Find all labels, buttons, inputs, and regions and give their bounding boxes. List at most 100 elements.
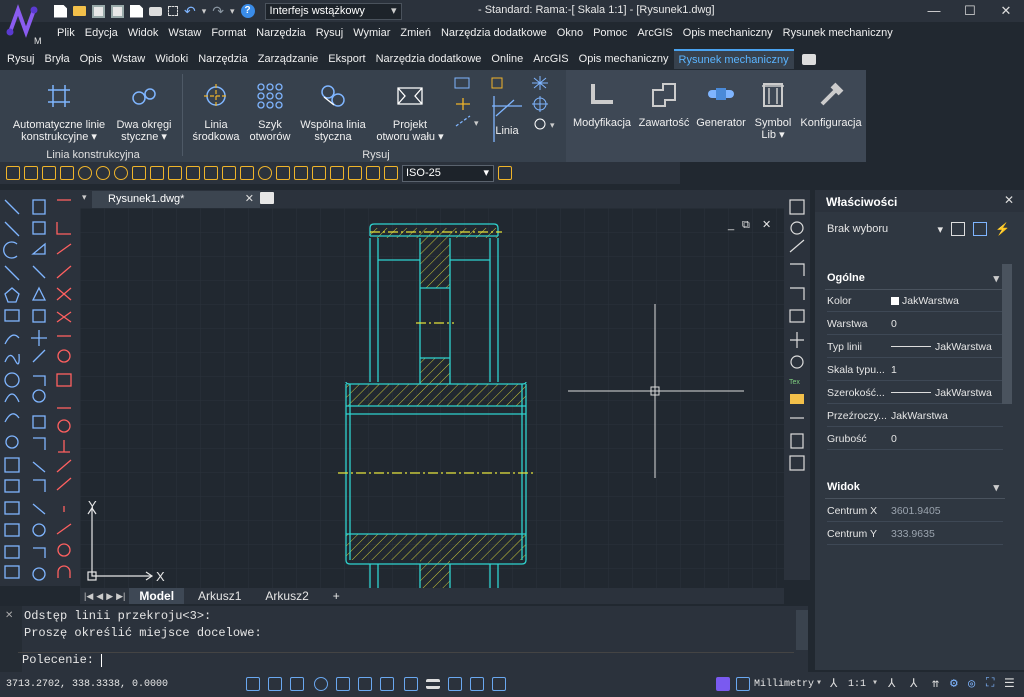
dim-diameter-icon[interactable] — [114, 166, 128, 180]
ribbon-tab-12[interactable]: Rysunek mechaniczny — [673, 49, 794, 69]
open-folder-icon[interactable] — [73, 6, 86, 16]
workspace-dropdown[interactable]: Interfejs wstążkowy — [264, 2, 402, 20]
select-objects-icon[interactable] — [973, 222, 987, 236]
hole-pattern-button[interactable]: Szyk otworów — [246, 82, 294, 143]
annotation-scale-icon[interactable]: ⅄ — [830, 676, 837, 691]
snap-toggle-icon[interactable] — [246, 677, 260, 691]
help-icon[interactable]: ? — [240, 4, 255, 18]
selection-cycling-icon[interactable] — [470, 677, 484, 691]
menu-item-13[interactable]: Opis mechaniczny — [678, 27, 778, 39]
menu-item-12[interactable]: ArcGIS — [632, 27, 677, 39]
property-value[interactable]: 1 — [887, 364, 1003, 376]
dim-linear-icon[interactable] — [6, 166, 20, 180]
modify-button[interactable]: Modyfikacja — [568, 80, 636, 129]
view-close-button[interactable]: ✕ — [762, 219, 771, 231]
tolerance-icon[interactable] — [240, 166, 254, 180]
menu-item-3[interactable]: Wstaw — [163, 27, 206, 39]
ribbon-tab-1[interactable]: Bryła — [40, 50, 75, 68]
properties-scrollbar[interactable] — [1002, 264, 1012, 404]
property-row[interactable]: Kolor JakWarstwa — [827, 290, 1003, 312]
dim-space-icon[interactable] — [204, 166, 218, 180]
settings-gear-icon[interactable]: ⚙ — [950, 676, 958, 691]
property-row[interactable]: Skala typu... 1 — [827, 359, 1003, 381]
fullscreen-icon[interactable]: ⛶ — [986, 676, 994, 690]
dim-update-icon[interactable] — [348, 166, 362, 180]
property-value[interactable]: JakWarstwa — [887, 410, 1003, 422]
property-value[interactable]: 0 — [887, 433, 1003, 445]
redo-icon[interactable]: ↷ — [212, 3, 224, 20]
workspace-switch-icon[interactable]: ⇈ — [932, 676, 939, 691]
polar-toggle-icon[interactable] — [314, 677, 328, 691]
property-value[interactable]: JakWarstwa — [887, 295, 1003, 307]
transparency-icon[interactable] — [448, 677, 462, 691]
menu-item-2[interactable]: Widok — [123, 27, 164, 39]
property-value[interactable]: 3601.9405 — [887, 505, 1003, 517]
select-icon[interactable] — [168, 6, 178, 16]
menu-item-10[interactable]: Okno — [552, 27, 588, 39]
view-minimize-button[interactable]: _ — [727, 219, 735, 231]
print-icon[interactable] — [149, 6, 162, 16]
dim-reassoc-icon[interactable] — [366, 166, 380, 180]
isolate-icon[interactable]: ◎ — [968, 676, 975, 691]
dim-continue-icon[interactable] — [186, 166, 200, 180]
save-all-icon[interactable] — [130, 4, 143, 18]
menu-item-4[interactable]: Format — [206, 27, 251, 39]
command-scrollbar[interactable] — [796, 610, 808, 650]
ribbon-tab-4[interactable]: Widoki — [150, 50, 193, 68]
draw-tools-icons[interactable] — [0, 190, 80, 586]
undo-dropdown-icon[interactable]: ▾ — [202, 6, 207, 17]
dim-edit-icon[interactable] — [312, 166, 326, 180]
units-icon[interactable] — [736, 677, 750, 691]
dim-text-edit-icon[interactable] — [330, 166, 344, 180]
next-tab-icon[interactable]: ▶ — [106, 591, 113, 602]
common-tangent-button[interactable]: Wspólna linia styczna — [296, 82, 370, 143]
ribbon-tab-5[interactable]: Narzędzia — [193, 50, 253, 68]
center-line-button[interactable]: Linia środkowa — [188, 82, 244, 143]
add-layout-button[interactable]: + — [323, 588, 350, 604]
tab-model[interactable]: Model — [129, 588, 185, 604]
lineweight-icon[interactable] — [426, 679, 440, 689]
grid-toggle-icon[interactable] — [268, 677, 282, 691]
menu-item-11[interactable]: Pomoc — [588, 27, 632, 39]
document-tab[interactable]: Rysunek1.dwg* ✕ — [92, 191, 260, 208]
tab-arkusz1[interactable]: Arkusz1 — [188, 588, 251, 604]
ribbon-tab-6[interactable]: Zarządzanie — [253, 50, 324, 68]
dim-arc-icon[interactable] — [42, 166, 56, 180]
inspection-icon[interactable] — [276, 166, 290, 180]
ribbon-tab-11[interactable]: Opis mechaniczny — [574, 50, 674, 68]
customize-icon[interactable]: ☰ — [1004, 676, 1015, 691]
dim-aligned-icon[interactable] — [24, 166, 38, 180]
property-row[interactable]: Centrum Y 333.9635 — [827, 523, 1003, 545]
tab-close-icon[interactable]: ✕ — [245, 192, 254, 205]
tab-arkusz2[interactable]: Arkusz2 — [255, 588, 318, 604]
menu-item-14[interactable]: Rysunek mechaniczny — [778, 27, 898, 39]
properties-close-icon[interactable]: ✕ — [1004, 193, 1014, 207]
content-button[interactable]: Zawartość — [636, 80, 692, 129]
redo-dropdown-icon[interactable]: ▾ — [230, 6, 235, 17]
ribbon-tab-8[interactable]: Narzędzia dodatkowe — [371, 50, 487, 68]
menu-item-9[interactable]: Narzędzia dodatkowe — [436, 27, 552, 39]
property-row[interactable]: Centrum X 3601.9405 — [827, 500, 1003, 522]
line-tool-label[interactable]: Linia — [488, 125, 526, 137]
property-row[interactable]: Grubość 0 — [827, 428, 1003, 450]
property-value[interactable]: JakWarstwa — [887, 387, 1003, 399]
section-view[interactable]: Widok — [825, 481, 1005, 499]
ribbon-tab-7[interactable]: Eksport — [323, 50, 370, 68]
new-file-icon[interactable] — [54, 4, 67, 18]
new-tab-icon[interactable] — [260, 192, 274, 204]
ribbon-tab-3[interactable]: Wstaw — [107, 50, 150, 68]
dim-radius-icon[interactable] — [78, 166, 92, 180]
annotation-scale[interactable]: 1:1 — [848, 679, 866, 690]
maximize-button[interactable]: ☐ — [952, 0, 988, 22]
menu-item-6[interactable]: Rysuj — [311, 27, 349, 39]
dim-jogged-icon[interactable] — [96, 166, 110, 180]
units-dropdown[interactable]: Millimetry — [754, 679, 814, 690]
drawing-canvas[interactable]: Y X _ ⧉ ✕ — [80, 208, 784, 588]
generator-button[interactable]: Generator — [692, 80, 750, 129]
save-icon[interactable] — [92, 4, 105, 18]
command-input[interactable]: Polecenie: — [18, 652, 794, 670]
annotation-monitor-icon[interactable] — [492, 677, 506, 691]
property-value[interactable]: JakWarstwa — [887, 341, 1003, 353]
property-row[interactable]: Warstwa 0 — [827, 313, 1003, 335]
minimize-button[interactable]: — — [916, 0, 952, 22]
